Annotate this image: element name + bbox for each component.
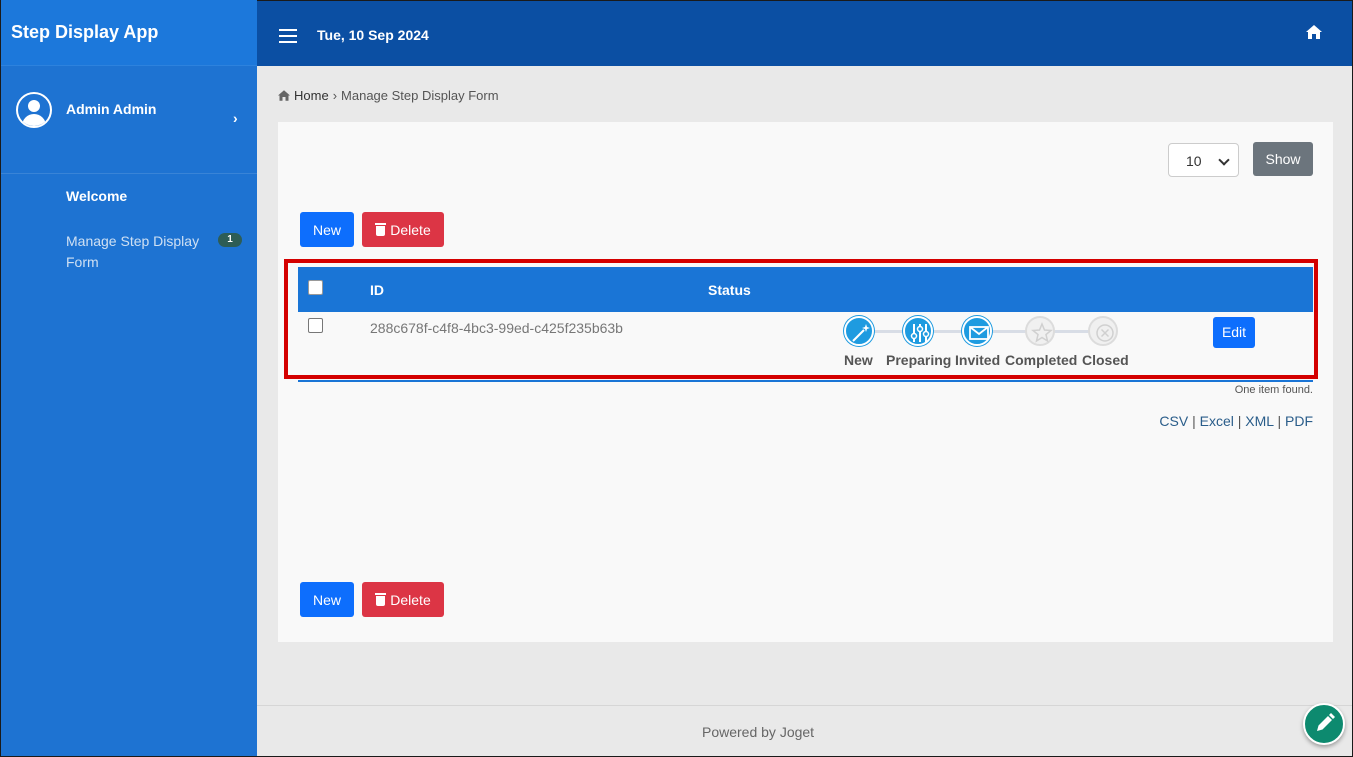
- sidebar-item-manage-step-display-form[interactable]: Manage Step Display Form: [66, 231, 211, 273]
- breadcrumb-home[interactable]: Home: [294, 88, 329, 103]
- step-completed: [1025, 316, 1055, 346]
- export-csv-link[interactable]: CSV: [1159, 413, 1188, 429]
- step-label: New: [844, 352, 873, 368]
- app-title[interactable]: Step Display App: [1, 0, 257, 66]
- trash-icon: [375, 593, 387, 606]
- new-button-label: New: [312, 591, 341, 608]
- edit-button[interactable]: Edit: [1213, 317, 1255, 348]
- top-header: Tue, 10 Sep 2024: [257, 0, 1353, 66]
- show-button[interactable]: Show: [1253, 142, 1313, 176]
- status-step-indicator: New Preparing Invited Completed Closed: [838, 316, 1138, 368]
- delete-button-label: Delete: [390, 591, 431, 608]
- breadcrumb-separator: ›: [332, 88, 338, 103]
- new-button-label: New: [312, 221, 341, 238]
- step-closed: [1088, 316, 1118, 346]
- export-links: CSV | Excel | XML | PDF: [1159, 413, 1313, 429]
- envelope-icon: [969, 326, 989, 340]
- step-label: Completed: [1005, 352, 1078, 368]
- step-label: Preparing: [886, 352, 952, 368]
- row-id: 288c678f-c4f8-4bc3-99ed-c425f235b63b: [370, 320, 623, 336]
- column-header-id[interactable]: ID: [370, 282, 384, 298]
- column-header-status[interactable]: Status: [708, 282, 751, 298]
- close-circle-icon: [1096, 324, 1114, 342]
- delete-button[interactable]: Delete: [362, 212, 444, 247]
- table-header: ID Status: [298, 267, 1313, 312]
- step-preparing: [903, 316, 933, 346]
- magic-wand-icon: [852, 324, 870, 342]
- table-divider: [298, 380, 1313, 382]
- select-all-checkbox[interactable]: [308, 280, 323, 295]
- export-pdf-link[interactable]: PDF: [1285, 413, 1313, 429]
- trash-icon: [375, 223, 387, 236]
- sidebar-item-welcome[interactable]: Welcome: [66, 186, 127, 207]
- row-checkbox[interactable]: [308, 318, 323, 333]
- breadcrumb: Home › Manage Step Display Form: [278, 88, 499, 103]
- step-label: Invited: [955, 352, 1001, 368]
- sliders-icon: [910, 324, 930, 342]
- footer-text: Powered by Joget: [702, 724, 815, 740]
- page-size-select[interactable]: 10: [1168, 143, 1239, 177]
- delete-button-label: Delete: [390, 221, 431, 238]
- new-button-bottom[interactable]: New: [300, 582, 354, 617]
- step-new: [844, 316, 874, 346]
- breadcrumb-current: Manage Step Display Form: [341, 88, 499, 103]
- item-count-text: One item found.: [1234, 384, 1313, 396]
- page-size-value: 10: [1186, 153, 1202, 169]
- home-icon: [278, 90, 290, 101]
- user-avatar-icon: [16, 92, 52, 128]
- star-icon: [1031, 322, 1053, 343]
- step-invited: [962, 316, 992, 346]
- new-button[interactable]: New: [300, 212, 354, 247]
- edit-fab-button[interactable]: [1303, 703, 1345, 745]
- content-card: 10 Show New Delete ID Status 288c678f-c4…: [278, 122, 1333, 642]
- footer-divider: [257, 705, 1353, 706]
- chevron-down-icon: [1218, 154, 1230, 166]
- chevron-right-icon[interactable]: ›: [233, 110, 238, 126]
- home-icon[interactable]: [1306, 25, 1322, 39]
- export-excel-link[interactable]: Excel: [1200, 413, 1234, 429]
- step-label: Closed: [1082, 352, 1129, 368]
- export-xml-link[interactable]: XML: [1245, 413, 1273, 429]
- delete-button-bottom[interactable]: Delete: [362, 582, 444, 617]
- count-badge: 1: [218, 233, 242, 247]
- user-panel[interactable]: Admin Admin ›: [1, 66, 257, 174]
- header-date: Tue, 10 Sep 2024: [317, 27, 429, 43]
- sidebar: Step Display App Admin Admin › Welcome M…: [0, 0, 257, 757]
- user-name: Admin Admin: [66, 101, 157, 117]
- hamburger-icon[interactable]: [279, 29, 297, 43]
- pencil-icon: [1317, 713, 1335, 731]
